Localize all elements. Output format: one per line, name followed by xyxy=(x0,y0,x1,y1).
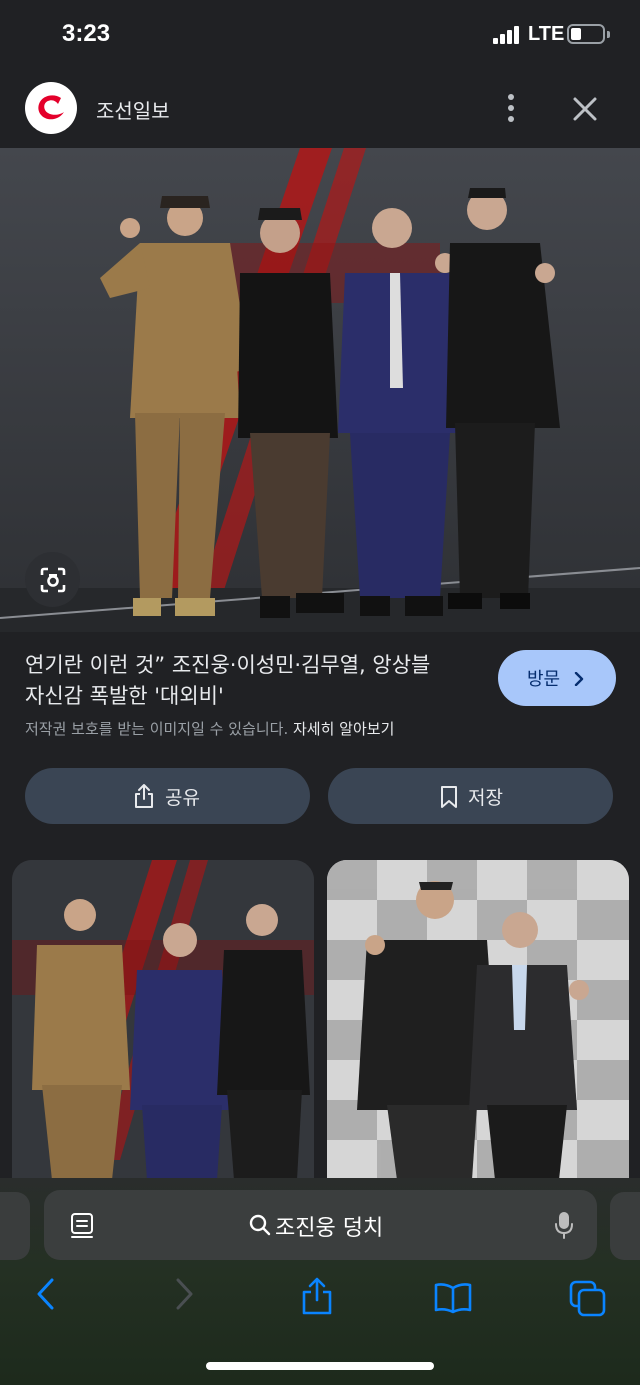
share-sheet-icon[interactable] xyxy=(300,1276,334,1316)
copyright-text: 저작권 보호를 받는 이미지일 수 있습니다. xyxy=(25,720,289,738)
cellular-signal-icon xyxy=(493,26,521,44)
share-button[interactable]: 공유 xyxy=(25,768,310,824)
page-format-icon[interactable] xyxy=(70,1212,96,1240)
result-title-line2: 자신감 폭발한 '대외비' xyxy=(25,684,224,708)
share-label: 공유 xyxy=(165,787,200,809)
chevron-right-icon xyxy=(574,672,584,686)
bookmark-icon xyxy=(441,786,457,808)
visit-button[interactable]: 방문 xyxy=(498,650,616,706)
share-icon xyxy=(135,784,153,808)
search-icon xyxy=(249,1214,271,1236)
lens-camera-icon xyxy=(40,567,66,593)
google-lens-button[interactable] xyxy=(25,552,80,607)
back-icon[interactable] xyxy=(36,1278,56,1310)
network-type: LTE xyxy=(528,23,565,45)
visit-label: 방문 xyxy=(527,669,561,690)
learn-more-link[interactable]: 자세히 알아보기 xyxy=(293,720,394,738)
main-image[interactable] xyxy=(0,148,640,632)
related-image-1[interactable] xyxy=(12,860,314,1180)
battery-icon xyxy=(567,24,605,44)
result-title[interactable]: 연기란 이런 것” 조진웅·이성민·김무열, 앙상블 자신감 폭발한 '대외비' xyxy=(25,650,480,712)
related-image-2[interactable] xyxy=(327,860,629,1180)
home-indicator xyxy=(206,1362,434,1370)
battery-cap xyxy=(607,31,610,38)
status-time: 3:23 xyxy=(62,20,111,47)
next-tab-peek[interactable] xyxy=(610,1192,640,1260)
microphone-icon[interactable] xyxy=(554,1210,574,1240)
save-label: 저장 xyxy=(468,787,503,809)
search-query: 조진웅 덩치 xyxy=(275,1216,384,1241)
result-title-line1: 연기란 이런 것” 조진웅·이성민·김무열, 앙상블 xyxy=(25,653,431,677)
address-bar[interactable]: 조진웅 덩치 xyxy=(44,1190,597,1260)
save-button[interactable]: 저장 xyxy=(328,768,613,824)
bookmarks-icon[interactable] xyxy=(433,1282,473,1314)
chosun-logo-icon[interactable] xyxy=(25,82,77,134)
previous-tab-peek[interactable] xyxy=(0,1192,30,1260)
copyright-notice: 저작권 보호를 받는 이미지일 수 있습니다. 자세히 알아보기 xyxy=(25,718,394,739)
source-header: 조선일보 xyxy=(0,70,640,148)
forward-icon[interactable] xyxy=(174,1278,194,1310)
tabs-icon[interactable] xyxy=(569,1280,607,1318)
more-vertical-icon[interactable] xyxy=(500,92,522,124)
browser-toolbar: 조진웅 덩치 xyxy=(0,1178,640,1385)
status-bar: 3:23 LTE xyxy=(0,0,640,70)
site-name[interactable]: 조선일보 xyxy=(96,95,170,124)
close-icon[interactable] xyxy=(570,94,600,124)
